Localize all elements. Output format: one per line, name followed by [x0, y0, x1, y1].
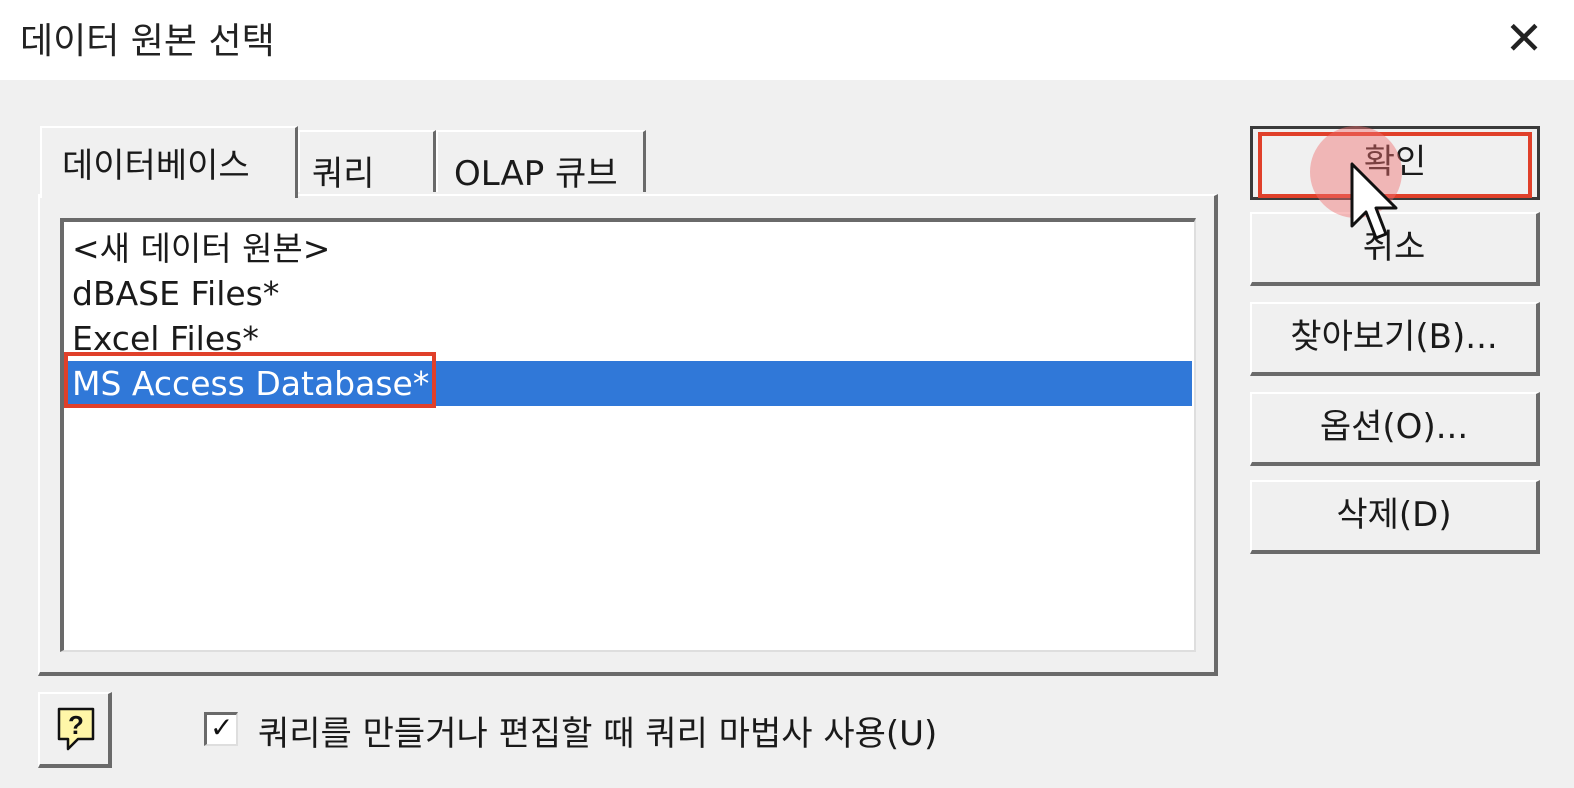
- tab-olap-cube[interactable]: OLAP 큐브: [436, 130, 646, 194]
- delete-button[interactable]: 삭제(D): [1250, 480, 1540, 554]
- help-button[interactable]: ?: [38, 692, 112, 768]
- query-wizard-label: 쿼리를 만들거나 편집할 때 쿼리 마법사 사용(U): [258, 714, 938, 754]
- options-button[interactable]: 옵션(O)...: [1250, 392, 1540, 466]
- close-icon: ✕: [1504, 11, 1544, 65]
- list-item-new-data-source[interactable]: <새 데이터 원본>: [68, 226, 1192, 271]
- tab-database-label: 데이터베이스: [62, 146, 250, 186]
- tab-query[interactable]: 쿼리: [298, 130, 436, 194]
- checkmark-icon: ✓: [210, 711, 234, 744]
- list-item-ms-access-database[interactable]: MS Access Database*: [68, 361, 1192, 406]
- data-source-list[interactable]: <새 데이터 원본> dBASE Files* Excel Files* MS …: [60, 218, 1196, 652]
- list-item-excel-files[interactable]: Excel Files*: [68, 316, 1192, 361]
- browse-button[interactable]: 찾아보기(B)...: [1250, 302, 1540, 376]
- help-glyph: ?: [68, 710, 84, 740]
- query-wizard-checkbox[interactable]: ✓: [204, 711, 238, 746]
- close-button[interactable]: ✕: [1492, 10, 1556, 66]
- list-item-dbase-files[interactable]: dBASE Files*: [68, 271, 1192, 316]
- title-bar: 데이터 원본 선택 ✕: [0, 0, 1574, 80]
- dialog-title: 데이터 원본 선택: [20, 21, 275, 62]
- tab-database[interactable]: 데이터베이스: [40, 126, 298, 198]
- tab-olap-cube-label: OLAP 큐브: [454, 154, 618, 194]
- ok-button[interactable]: 확인: [1250, 126, 1540, 200]
- tab-query-label: 쿼리: [312, 154, 375, 194]
- cancel-button[interactable]: 취소: [1250, 212, 1540, 286]
- help-icon: ?: [57, 707, 95, 751]
